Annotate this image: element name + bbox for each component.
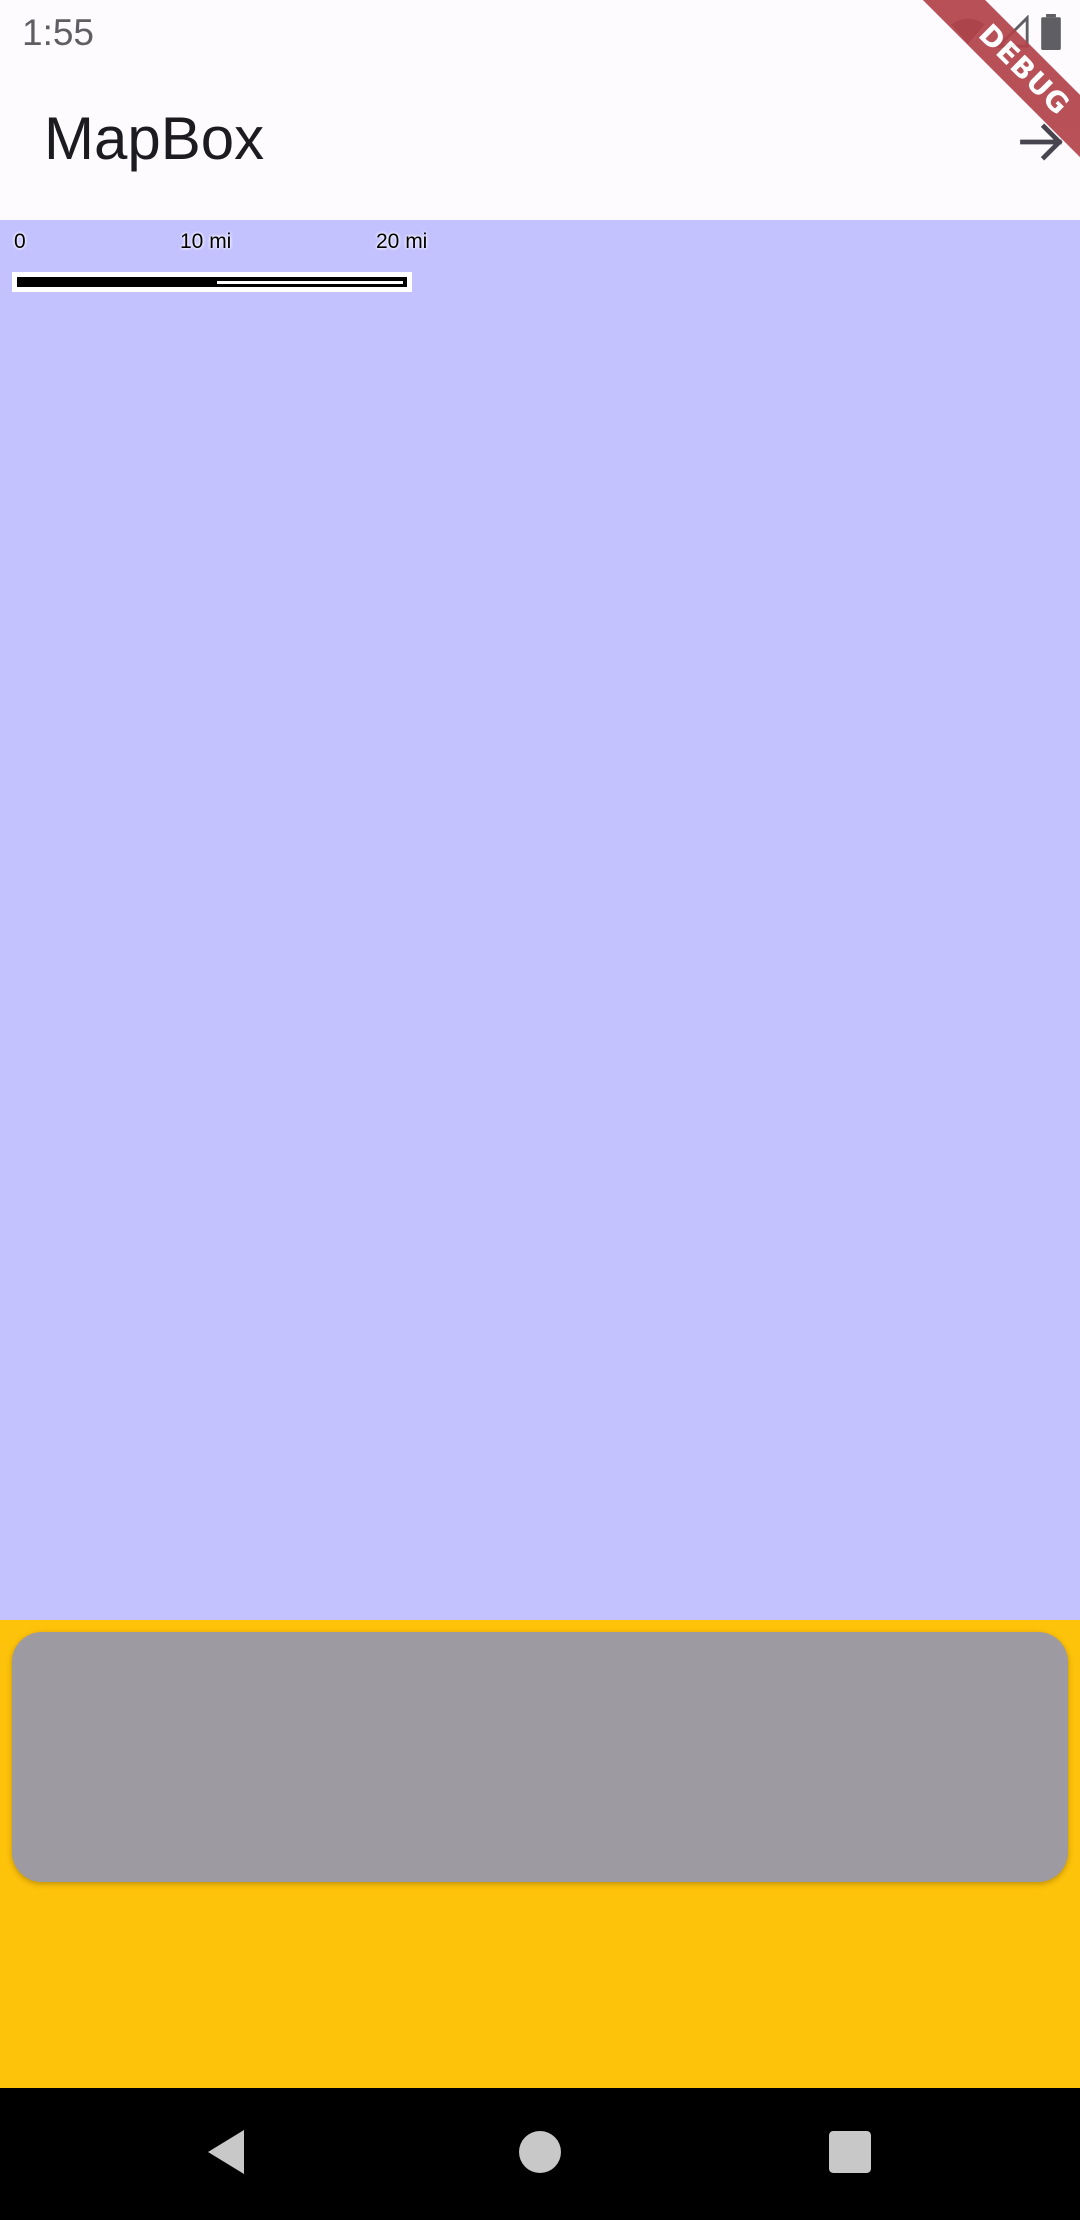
cell-signal-icon [995,14,1030,54]
screen: 1:55 DEBUG MapBox 0 10 mi 20 mi [0,0,1080,2220]
info-card[interactable] [12,1632,1068,1882]
status-time: 1:55 [22,12,95,53]
scale-segment-inner [217,281,403,284]
nav-recents-button[interactable] [790,2088,910,2220]
forward-button[interactable] [1006,108,1078,180]
battery-icon [1040,14,1062,55]
system-nav-bar [0,2088,1080,2220]
home-icon [519,2130,561,2178]
back-icon [204,2128,248,2181]
scale-track [12,272,412,292]
recents-icon [829,2130,871,2178]
wifi-icon [950,14,986,55]
status-icons [950,14,1062,55]
app-bar: MapBox [0,66,1080,220]
app-title: MapBox [44,105,265,172]
map-view[interactable]: 0 10 mi 20 mi [0,220,1080,1620]
scale-label-mid: 10 mi [180,230,232,253]
scale-label-end: 20 mi [376,230,428,253]
nav-home-button[interactable] [480,2088,600,2220]
scale-label-start: 0 [14,230,26,253]
arrow-forward-icon [1016,116,1068,173]
bottom-panel [0,1620,1080,2088]
map-scale-bar: 0 10 mi 20 mi [12,230,432,310]
scale-segment-filled [17,277,217,287]
status-bar: 1:55 [0,0,1080,66]
nav-back-button[interactable] [166,2088,286,2220]
